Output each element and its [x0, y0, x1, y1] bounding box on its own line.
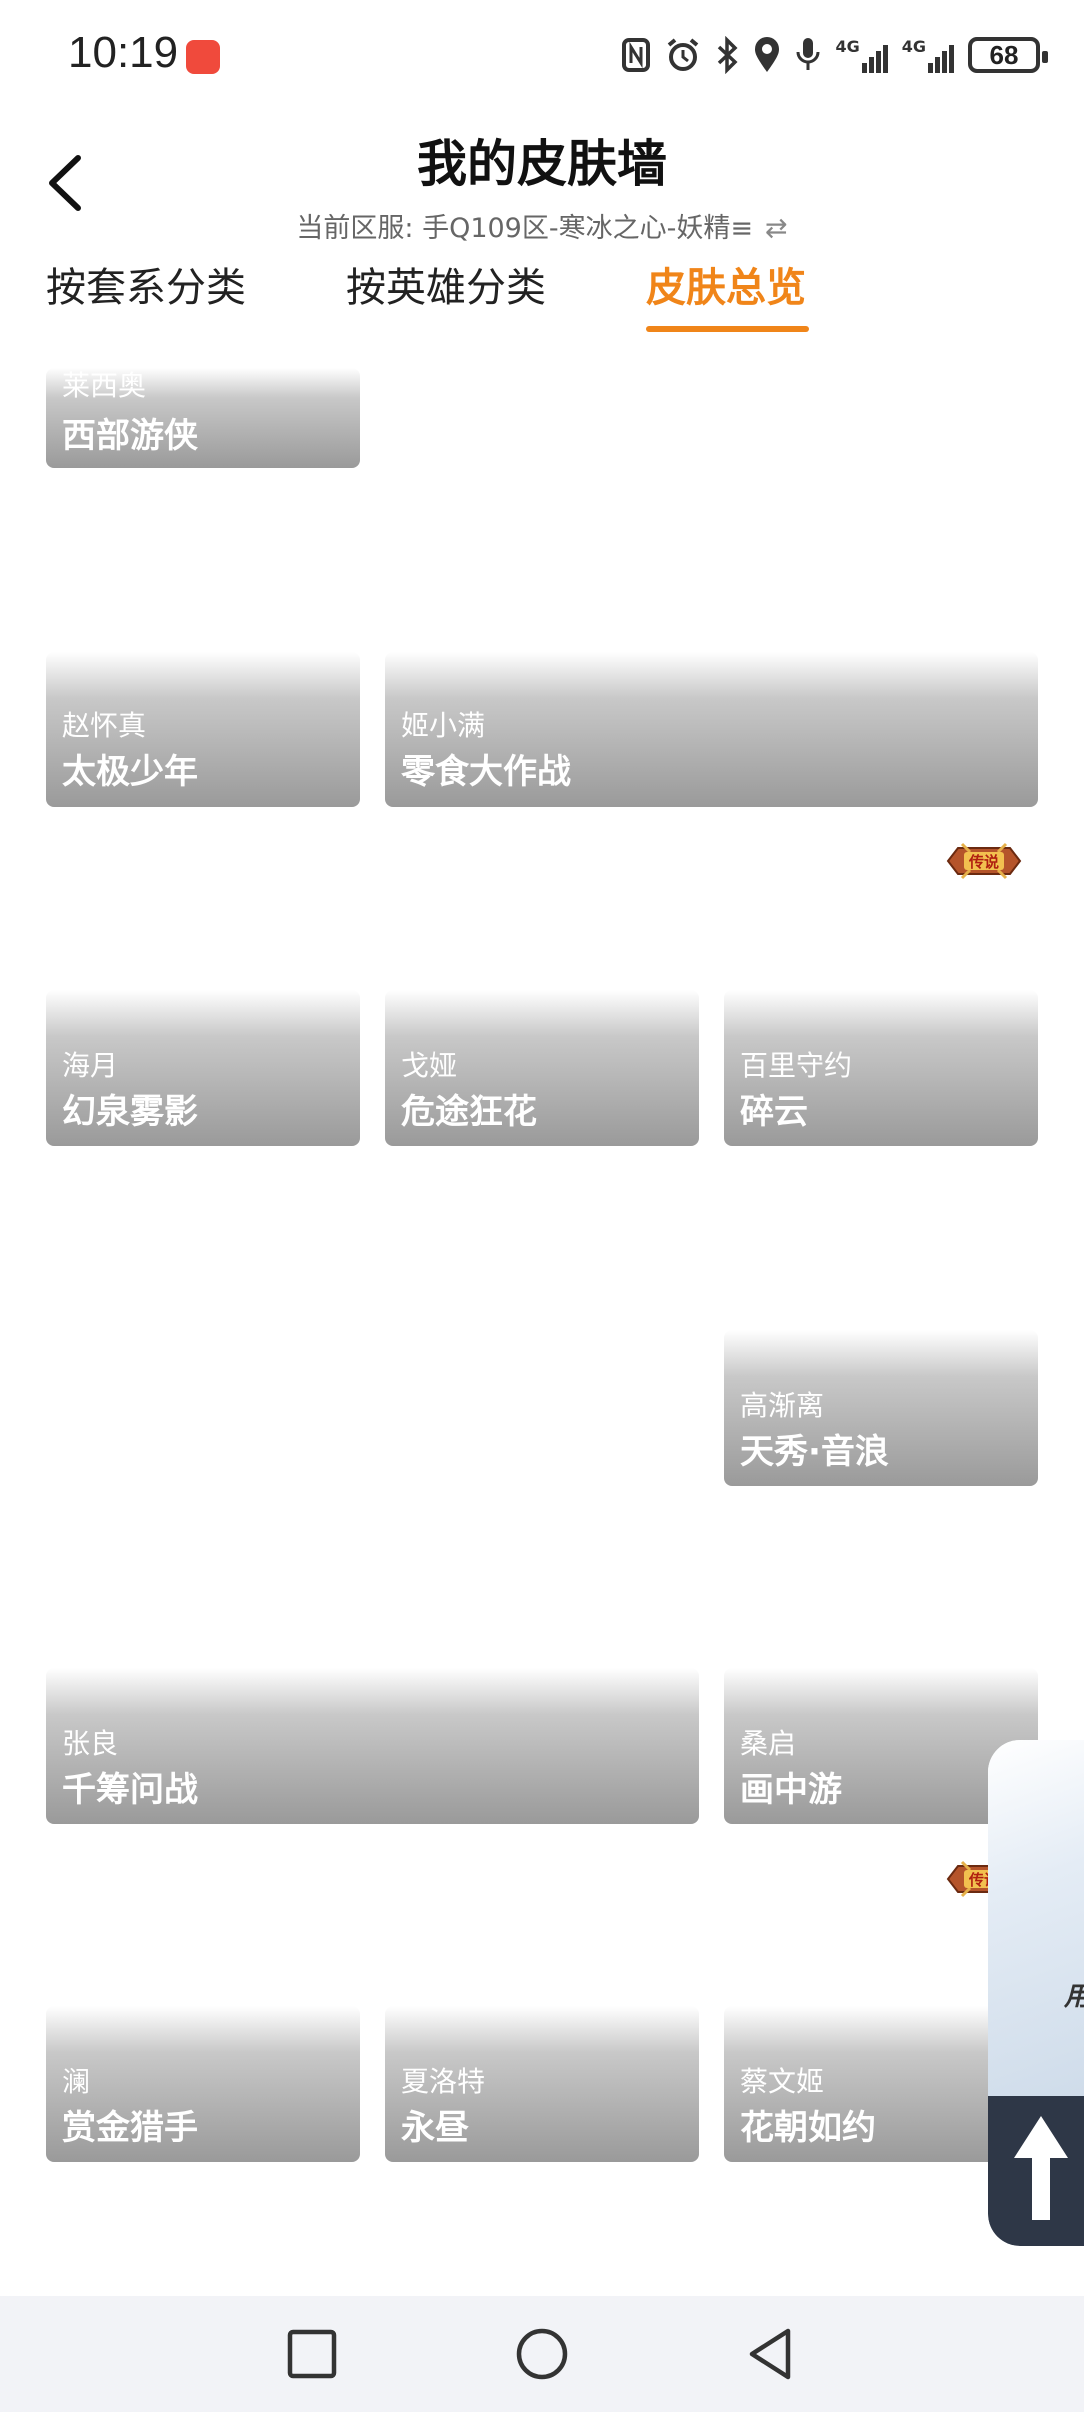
alarm-icon: [668, 38, 699, 71]
hero-name: 张良: [62, 1727, 119, 1760]
legend-badge-icon: 传说: [944, 840, 1024, 882]
arrow-up-icon[interactable]: [1006, 2110, 1076, 2230]
tab-bar: 按套系分类 按英雄分类 皮肤总览: [0, 255, 1084, 335]
signal-4g-icon: 4G: [902, 37, 954, 73]
widget-text: 用: [1064, 1976, 1084, 2013]
status-time: 10:19: [68, 28, 179, 77]
bluetooth-icon: [718, 36, 738, 74]
hero-name: 莱西奥: [62, 369, 147, 402]
widget-image: [988, 1740, 1084, 2096]
hero-name: 夏洛特: [401, 2065, 486, 2098]
status-bar: 10:19 4G 4G 68: [0, 0, 1084, 110]
skin-card[interactable]: 海月 幻泉雾影: [46, 990, 360, 1146]
hero-name: 蔡文姬: [740, 2065, 825, 2098]
network-label: 4G: [835, 37, 860, 56]
skin-card[interactable]: 戈娅 危途狂花: [385, 990, 699, 1146]
tab-by-hero[interactable]: 按英雄分类: [346, 255, 546, 313]
skin-name: 零食大作战: [401, 752, 571, 792]
status-icons: 4G 4G 68: [621, 30, 1048, 80]
server-selector[interactable]: 当前区服: 手Q109区-寒冰之心-妖精≡ ⇄: [0, 206, 1084, 245]
skin-name: 花朝如约: [740, 2108, 876, 2148]
battery-level: 68: [989, 39, 1019, 70]
skin-name: 天秀·音浪: [740, 1432, 889, 1472]
hero-name: 高渐离: [740, 1389, 825, 1422]
skin-name: 赏金猎手: [62, 2108, 198, 2148]
location-icon: [755, 37, 780, 72]
page-title: 我的皮肤墙: [417, 135, 667, 193]
hero-name: 海月: [62, 1049, 119, 1082]
network-label: 4G: [901, 37, 926, 56]
skin-name: 碎云: [740, 1092, 808, 1132]
hero-name: 赵怀真: [62, 709, 147, 742]
active-tab-indicator: [646, 326, 809, 332]
server-label: 当前区服: 手Q109区-寒冰之心-妖精≡: [296, 213, 753, 244]
skin-name: 永昼: [401, 2108, 469, 2148]
skin-name: 西部游侠: [62, 416, 198, 456]
hero-name: 桑启: [740, 1727, 797, 1760]
skin-name: 千筹问战: [62, 1770, 198, 1810]
hero-name: 姬小满: [401, 709, 486, 742]
tab-by-series[interactable]: 按套系分类: [46, 255, 246, 313]
hero-name: 澜: [62, 2065, 91, 2098]
hero-name: 百里守约: [740, 1049, 853, 1082]
skin-card[interactable]: 高渐离 天秀·音浪: [724, 1330, 1038, 1486]
tab-skin-overview[interactable]: 皮肤总览: [646, 255, 806, 313]
red-envelope-app-icon: [186, 40, 220, 74]
skin-card[interactable]: 赵怀真 太极少年: [46, 652, 360, 807]
legend-badge-label: 传说: [968, 853, 999, 871]
skin-name: 画中游: [740, 1770, 842, 1810]
home-icon[interactable]: [514, 2326, 570, 2382]
back-icon[interactable]: [744, 2326, 796, 2382]
swap-icon[interactable]: ⇄: [765, 213, 788, 244]
skin-card[interactable]: 莱西奥 西部游侠: [46, 368, 360, 468]
skin-card[interactable]: 百里守约 碎云: [724, 990, 1038, 1146]
battery-icon: 68: [968, 37, 1048, 73]
skin-name: 危途狂花: [401, 1092, 537, 1132]
skin-card[interactable]: 姬小满 零食大作战: [385, 652, 1038, 807]
signal-4g-icon: 4G: [835, 37, 888, 73]
nfc-icon: [622, 38, 651, 72]
skin-card[interactable]: 澜 赏金猎手: [46, 2006, 360, 2162]
skin-name: 太极少年: [62, 752, 198, 792]
microphone-icon: [796, 38, 820, 70]
system-nav-bar: [0, 2296, 1084, 2412]
recent-apps-icon[interactable]: [286, 2326, 338, 2382]
skin-name: 幻泉雾影: [62, 1092, 198, 1132]
floating-widget[interactable]: 用: [988, 1740, 1084, 2246]
skin-card[interactable]: 夏洛特 永昼: [385, 2006, 699, 2162]
hero-name: 戈娅: [401, 1049, 458, 1082]
skin-card[interactable]: 张良 千筹问战: [46, 1668, 699, 1824]
